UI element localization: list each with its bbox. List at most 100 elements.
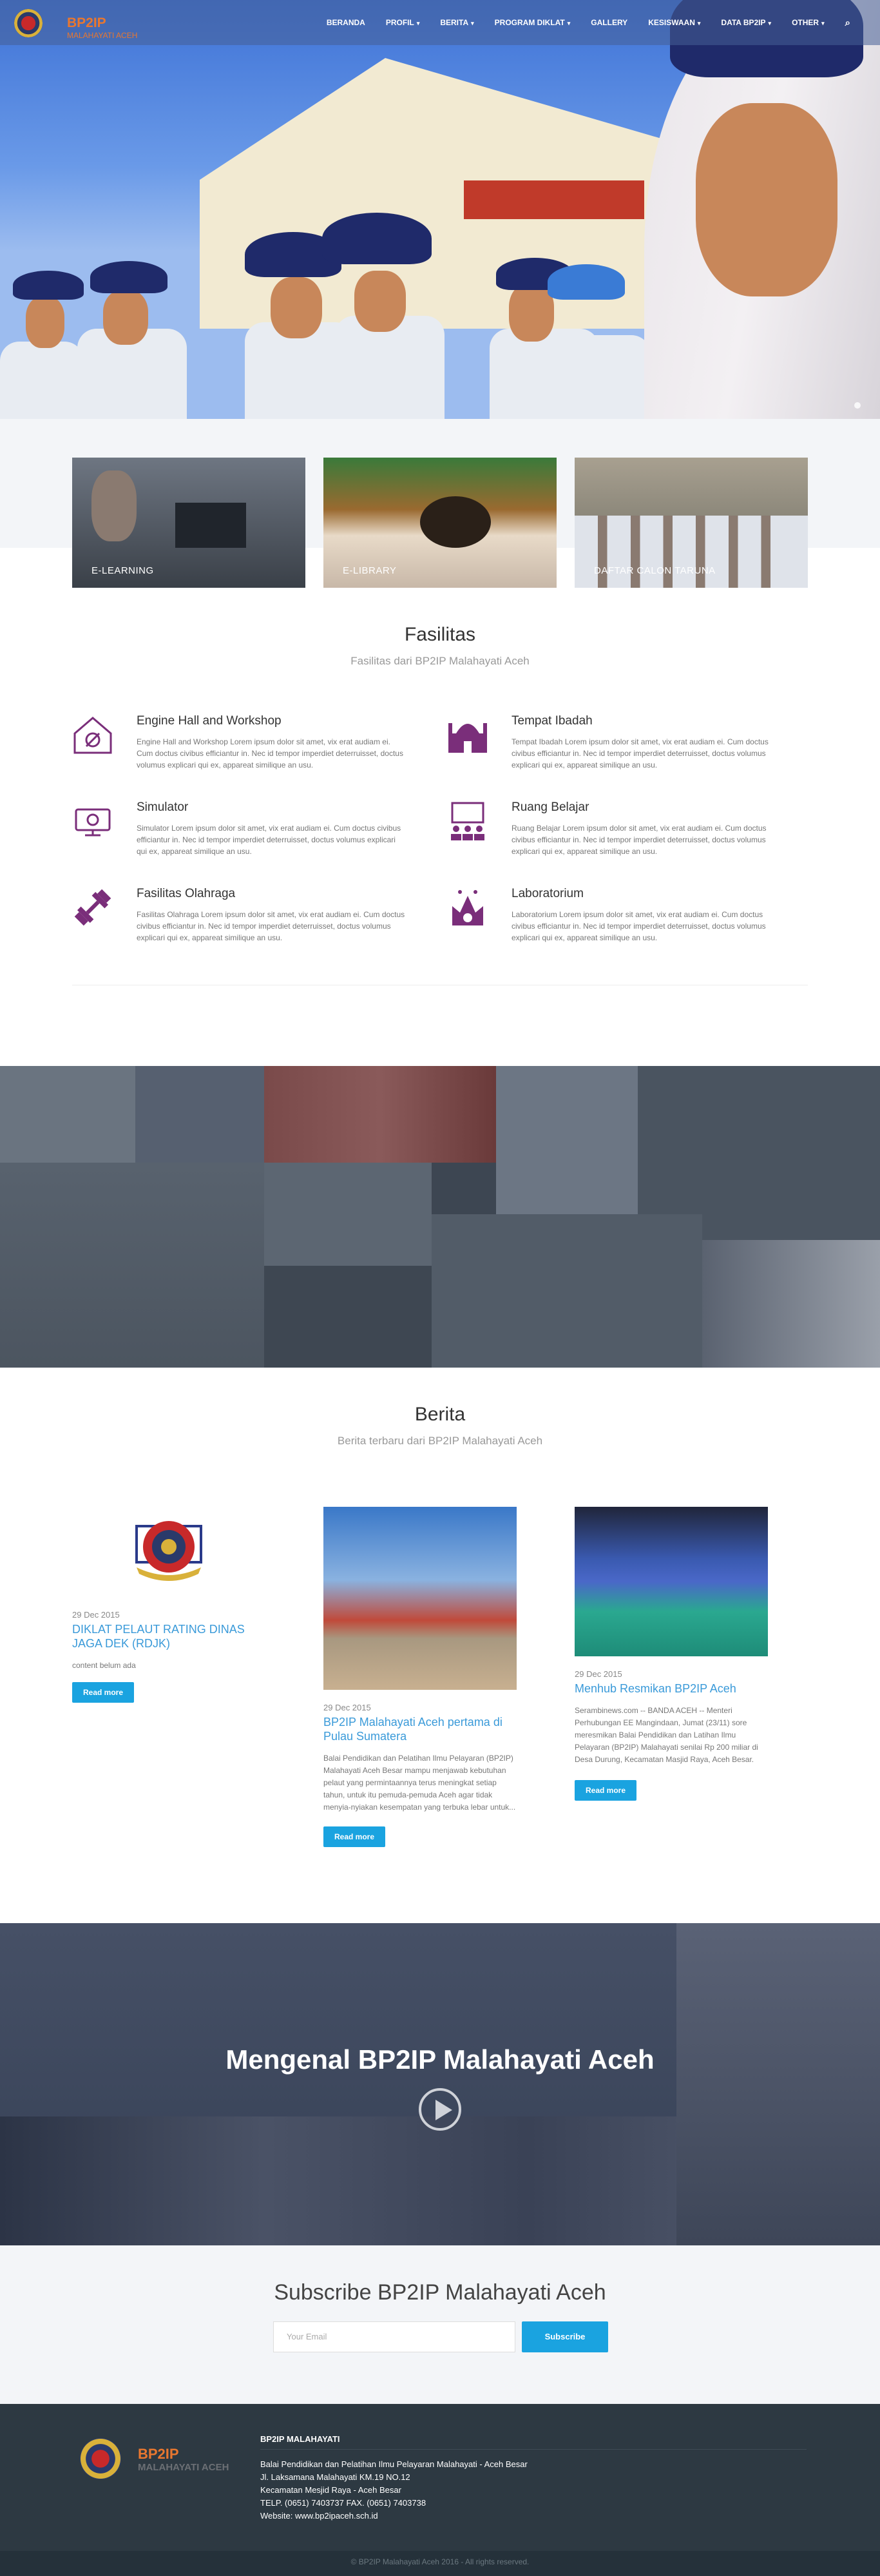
facility-title: Fasilitas Olahraga: [137, 887, 236, 900]
fasilitas-title: Fasilitas: [404, 624, 476, 645]
facility-title: Simulator: [137, 800, 189, 814]
feature-card-label: DAFTAR CALON TARUNA: [594, 565, 716, 576]
news-title[interactable]: DIKLAT PELAUT RATING DINAS JAGA DEK (RDJ…: [72, 1622, 265, 1651]
feature-card-label: E-LIBRARY: [343, 565, 397, 576]
video-title: Mengenal BP2IP Malahayati Aceh: [225, 2044, 655, 2075]
hero-cadets: [0, 213, 651, 419]
gallery-tile[interactable]: [702, 1240, 880, 1368]
brand-subtitle: MALAHAYATI ACEH: [67, 31, 138, 40]
news-image-ceremony[interactable]: [575, 1507, 768, 1656]
chevron-down-icon: ▾: [416, 20, 420, 26]
facility-text: Tempat Ibadah Lorem ipsum dolor sit amet…: [512, 737, 769, 770]
chevron-down-icon: ▾: [768, 20, 772, 26]
hero-roof: [464, 180, 644, 219]
feature-card-elibrary[interactable]: E-LIBRARY: [323, 458, 557, 588]
fasilitas-subtitle: Fasilitas dari BP2IP Malahayati Aceh: [350, 655, 530, 667]
brand-title[interactable]: BP2IP: [67, 15, 106, 31]
nav-item-kesiswaan[interactable]: KESISWAAN ▾: [648, 18, 700, 27]
news-date: 29 Dec 2015: [72, 1610, 120, 1620]
email-input[interactable]: Your Email: [273, 2321, 515, 2352]
subscribe-button[interactable]: Subscribe: [522, 2321, 608, 2352]
gallery-tile[interactable]: [135, 1066, 264, 1163]
facility-text: Laboratorium Lorem ipsum dolor sit amet,…: [512, 910, 766, 942]
chevron-down-icon: ▾: [471, 20, 474, 26]
news-title[interactable]: Menhub Resmikan BP2IP Aceh: [575, 1681, 768, 1696]
footer-address-line: Jl. Laksamana Malahayati KM.19 NO.12: [260, 2472, 410, 2482]
footer-brand-title: BP2IP: [138, 2446, 179, 2462]
news-excerpt: Serambinews.com -- BANDA ACEH -- Menteri…: [575, 1706, 758, 1764]
workshop-icon: [72, 714, 113, 755]
read-more-button[interactable]: Read more: [72, 1682, 135, 1703]
facility-simulator: Simulator Simulator Lorem ipsum dolor si…: [72, 800, 407, 871]
slider-dot[interactable]: [854, 402, 861, 409]
footer-address-line: Balai Pendidikan dan Pelatihan Ilmu Pela…: [260, 2459, 528, 2469]
facility-title: Tempat Ibadah: [512, 714, 593, 728]
nav-item-gallery[interactable]: GALLERY: [591, 18, 627, 27]
news-post: 29 Dec 2015 BP2IP Malahayati Aceh pertam…: [323, 1507, 517, 1847]
news-title[interactable]: BP2IP Malahayati Aceh pertama di Pulau S…: [323, 1715, 517, 1743]
main-menu: BERANDA PROFIL ▾ BERITA ▾ PROGRAM DIKLAT ▾ …: [316, 0, 861, 45]
simulator-icon: [72, 800, 113, 842]
facility-text: Engine Hall and Workshop Lorem ipsum dol…: [137, 737, 403, 770]
nav-item-data-bp2ip[interactable]: DATA BP2IP ▾: [721, 18, 771, 27]
feature-card-daftar-taruna[interactable]: DAFTAR CALON TARUNA: [575, 458, 808, 588]
footer-logo: [80, 2438, 121, 2479]
gallery-tile[interactable]: [264, 1163, 432, 1266]
footer-brand-subtitle: MALAHAYATI ACEH: [138, 2462, 229, 2473]
dumbbell-icon: [72, 887, 113, 928]
nav-item-profil[interactable]: PROFIL ▾: [386, 18, 420, 27]
news-image-emblem[interactable]: [72, 1507, 265, 1610]
footer: [0, 2404, 880, 2551]
facility-title: Laboratorium: [512, 887, 584, 900]
footer-divider: [260, 2449, 807, 2450]
facility-text: Ruang Belajar Lorem ipsum dolor sit amet…: [512, 824, 767, 856]
feature-card-label: E-LEARNING: [91, 565, 154, 576]
gallery-tile[interactable]: [264, 1266, 432, 1368]
facility-text: Fasilitas Olahraga Lorem ipsum dolor sit…: [137, 910, 405, 942]
nav-item-program-diklat[interactable]: PROGRAM DIKLAT ▾: [495, 18, 571, 27]
gallery-tile[interactable]: [496, 1066, 638, 1214]
lab-icon: [447, 887, 488, 928]
video-section: [0, 1923, 880, 2245]
hero-slider: [0, 0, 880, 419]
nav-item-beranda[interactable]: BERANDA: [327, 18, 365, 27]
facility-engine-hall: Engine Hall and Workshop Engine Hall and…: [72, 714, 407, 785]
news-date: 29 Dec 2015: [575, 1669, 622, 1679]
classroom-icon: [447, 800, 488, 842]
play-icon[interactable]: [419, 2088, 461, 2131]
berita-title: Berita: [414, 1404, 466, 1425]
facility-ruang-belajar: Ruang Belajar Ruang Belajar Lorem ipsum …: [447, 800, 782, 871]
subscribe-title: Subscribe BP2IP Malahayati Aceh: [274, 2280, 606, 2305]
gallery-tile[interactable]: [0, 1163, 264, 1368]
top-navbar: BP2IP MALAHAYATI ACEH BERANDA PROFIL ▾ BE…: [0, 0, 880, 45]
facility-laboratorium: Laboratorium Laboratorium Lorem ipsum do…: [447, 887, 782, 958]
footer-website[interactable]: Website: www.bp2ipaceh.sch.id: [260, 2510, 378, 2523]
chevron-down-icon: ▾: [567, 20, 571, 26]
gallery-tile[interactable]: [432, 1214, 702, 1368]
search-icon[interactable]: ⌕: [845, 17, 850, 28]
read-more-button[interactable]: Read more: [575, 1780, 637, 1801]
footer-heading: BP2IP MALAHAYATI: [260, 2434, 340, 2444]
photo-gallery: [0, 1066, 880, 1368]
news-image-building[interactable]: [323, 1507, 517, 1690]
facility-title: Ruang Belajar: [512, 800, 589, 814]
chevron-down-icon: ▾: [697, 20, 701, 26]
feature-card-elearning[interactable]: E-LEARNING: [72, 458, 305, 588]
footer-phone: TELP. (0651) 7403737 FAX. (0651) 7403738: [260, 2498, 426, 2508]
nav-item-berita[interactable]: BERITA ▾: [440, 18, 473, 27]
mosque-icon: [447, 714, 488, 755]
nav-item-other[interactable]: OTHER ▾: [792, 18, 825, 27]
brand-logo[interactable]: [14, 9, 43, 37]
read-more-button[interactable]: Read more: [323, 1826, 386, 1847]
facility-olahraga: Fasilitas Olahraga Fasilitas Olahraga Lo…: [72, 887, 407, 958]
news-excerpt: content belum ada: [72, 1661, 136, 1670]
berita-subtitle: Berita terbaru dari BP2IP Malahayati Ace…: [337, 1435, 543, 1447]
news-post: 29 Dec 2015 DIKLAT PELAUT RATING DINAS J…: [72, 1507, 265, 1703]
hero-cadet-face: [696, 103, 837, 296]
gallery-tile[interactable]: [264, 1066, 496, 1163]
news-post: 29 Dec 2015 Menhub Resmikan BP2IP Aceh S…: [575, 1507, 768, 1801]
news-excerpt: Balai Pendidikan dan Pelatihan Ilmu Pela…: [323, 1754, 516, 1812]
facility-title: Engine Hall and Workshop: [137, 714, 282, 728]
chevron-down-icon: ▾: [821, 20, 825, 26]
gallery-tile[interactable]: [0, 1066, 135, 1163]
